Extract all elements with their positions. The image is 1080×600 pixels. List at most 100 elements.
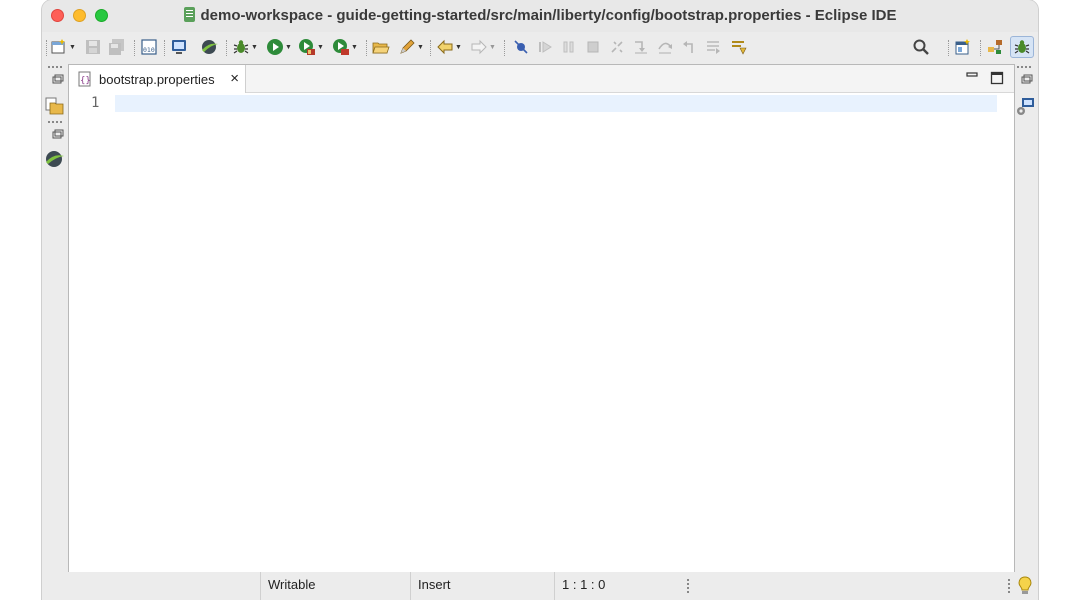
restore-icon-2[interactable] xyxy=(48,127,68,147)
tab-label: bootstrap.properties xyxy=(99,71,215,87)
external-tools-button[interactable]: ▼ xyxy=(332,37,358,57)
open-console-button[interactable] xyxy=(170,37,188,57)
open-project-button[interactable] xyxy=(372,37,390,57)
servers-icon[interactable] xyxy=(1016,96,1036,116)
right-restore-icon[interactable] xyxy=(1017,72,1037,92)
left-trim-handle[interactable] xyxy=(48,66,62,70)
skip-breakpoints-button[interactable] xyxy=(512,37,530,57)
left-trim-handle-2[interactable] xyxy=(48,121,62,125)
toolbar-separator xyxy=(504,40,506,56)
step-return-icon xyxy=(683,41,693,53)
resume-icon xyxy=(539,41,552,53)
main-toolbar: ▼ 010 ▼ ▼ ▼ ▼ ▼ ▼ ▼ xyxy=(42,32,1038,62)
properties-file-icon: {} xyxy=(78,71,91,87)
editor-tab-bar: {} bootstrap.properties × xyxy=(69,65,1014,93)
save-all-icon xyxy=(109,39,124,55)
liberty-tools-button[interactable] xyxy=(198,37,220,57)
step-into-icon xyxy=(635,41,647,54)
status-trim-handle[interactable] xyxy=(687,579,691,593)
new-wizard-icon xyxy=(51,39,65,54)
pause-icon xyxy=(563,41,574,53)
toolbar-separator xyxy=(46,40,48,56)
debug-bug-icon xyxy=(233,40,249,54)
folder-open-icon xyxy=(372,42,390,54)
step-filters-icon xyxy=(732,41,747,55)
step-into-button[interactable] xyxy=(632,37,650,57)
external-tools-icon xyxy=(333,39,349,55)
coverage-icon xyxy=(299,39,315,55)
toolbar-separator xyxy=(134,40,136,56)
right-trim-handle[interactable] xyxy=(1017,66,1031,70)
lightbulb-icon[interactable] xyxy=(1017,576,1033,596)
terminate-button[interactable] xyxy=(584,37,602,57)
navigate-forward-button[interactable]: ▼ xyxy=(470,37,496,57)
status-insert-mode: Insert xyxy=(418,577,451,592)
close-tab-button[interactable]: × xyxy=(230,71,239,86)
line-number-gutter: 1 xyxy=(69,93,115,573)
status-divider xyxy=(410,572,411,600)
toolbar-separator xyxy=(430,40,432,56)
pencil-icon xyxy=(400,39,415,54)
disconnect-icon xyxy=(611,41,623,53)
status-trim-handle-2[interactable] xyxy=(1008,579,1012,593)
liberty-dashboard-icon[interactable] xyxy=(43,149,65,169)
debug-button[interactable]: ▼ xyxy=(232,37,258,57)
step-over-button[interactable] xyxy=(656,37,674,57)
status-cursor-position: 1 : 1 : 0 xyxy=(562,577,606,592)
toolbar-separator xyxy=(164,40,166,56)
svg-text:{}: {} xyxy=(80,76,91,86)
debug-perspective-bug-icon xyxy=(1014,40,1030,54)
disconnect-button[interactable] xyxy=(608,37,626,57)
status-divider xyxy=(554,572,555,600)
package-explorer-icon[interactable] xyxy=(44,96,66,116)
coverage-button[interactable]: ▼ xyxy=(298,37,324,57)
open-perspective-icon xyxy=(955,39,970,55)
toolbar-separator xyxy=(366,40,368,56)
window-title: demo-workspace - guide-getting-started/s… xyxy=(200,7,897,24)
drop-to-frame-button[interactable] xyxy=(704,37,722,57)
console-monitor-icon xyxy=(172,40,186,54)
open-perspective-button[interactable] xyxy=(954,37,972,57)
drop-to-frame-icon xyxy=(707,41,720,54)
toolbar-separator xyxy=(948,40,950,56)
maximize-editor-icon[interactable] xyxy=(990,71,1004,85)
eclipse-window: demo-workspace - guide-getting-started/s… xyxy=(42,0,1038,600)
skip-breakpoints-icon xyxy=(514,40,528,54)
stop-icon xyxy=(587,41,599,53)
java-perspective-button[interactable] xyxy=(986,37,1004,57)
liberty-logo-icon xyxy=(202,40,218,54)
line-number: 1 xyxy=(91,95,100,111)
tab-bootstrap-properties[interactable]: {} bootstrap.properties × xyxy=(69,65,246,93)
open-binary-button[interactable]: 010 xyxy=(140,37,158,57)
save-button[interactable] xyxy=(84,37,102,57)
navigate-back-button[interactable]: ▼ xyxy=(436,37,462,57)
resume-button[interactable] xyxy=(536,37,554,57)
status-writable: Writable xyxy=(268,577,316,592)
toolbar-separator xyxy=(226,40,228,56)
run-play-icon xyxy=(267,39,283,55)
step-return-button[interactable] xyxy=(680,37,698,57)
new-wizard-button[interactable]: ▼ xyxy=(50,37,76,57)
svg-text:010: 010 xyxy=(143,46,155,54)
arrow-left-icon xyxy=(437,39,453,55)
suspend-button[interactable] xyxy=(560,37,578,57)
current-line-highlight[interactable] xyxy=(115,95,997,112)
save-icon xyxy=(86,40,100,54)
search-icon xyxy=(913,39,929,55)
debug-perspective-button[interactable] xyxy=(1010,36,1034,58)
window-title-container: demo-workspace - guide-getting-started/s… xyxy=(42,7,1038,24)
run-button[interactable]: ▼ xyxy=(266,37,292,57)
binary-file-icon: 010 xyxy=(141,39,157,55)
hierarchy-perspective-icon xyxy=(988,40,1002,54)
title-bar[interactable]: demo-workspace - guide-getting-started/s… xyxy=(42,0,1038,32)
properties-file-icon xyxy=(183,7,195,22)
use-step-filters-button[interactable] xyxy=(730,37,748,57)
search-button[interactable] xyxy=(912,37,930,57)
step-over-icon xyxy=(658,42,672,54)
restore-icon[interactable] xyxy=(48,72,68,92)
editor-area: {} bootstrap.properties × 1 xyxy=(68,64,1015,574)
status-bar: Writable Insert 1 : 1 : 0 xyxy=(42,572,1038,600)
toggle-annotation-button[interactable]: ▼ xyxy=(398,37,424,57)
minimize-editor-icon[interactable] xyxy=(966,70,978,80)
save-all-button[interactable] xyxy=(108,37,126,57)
